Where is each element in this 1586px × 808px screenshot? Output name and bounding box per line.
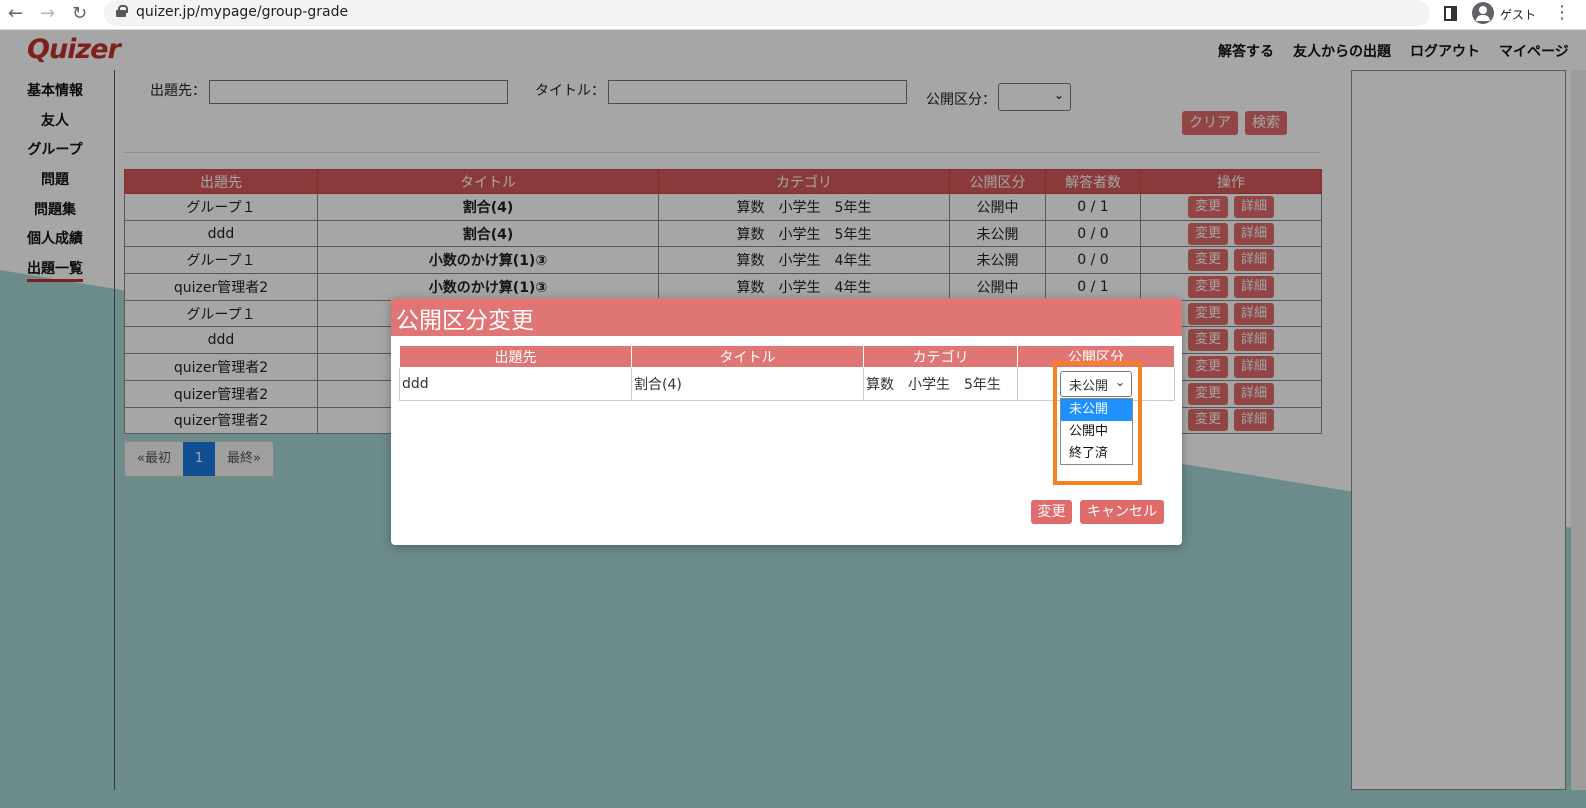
profile-avatar-icon[interactable] (1472, 2, 1494, 24)
more-menu-icon[interactable]: ⋮ (1553, 2, 1571, 23)
highlight-box (1053, 361, 1142, 485)
side-panel-icon[interactable] (1444, 6, 1457, 21)
modal-title: 公開区分変更 (396, 308, 534, 334)
url-text: quizer.jp/mypage/group-grade (136, 4, 349, 20)
browser-toolbar: ← → ↻ quizer.jp/mypage/group-grade ゲスト ⋮ (0, 0, 1586, 30)
profile-label: ゲスト (1500, 8, 1537, 22)
address-bar[interactable]: quizer.jp/mypage/group-grade (104, 0, 1430, 26)
modal-column-category: カテゴリ (863, 345, 1018, 368)
reload-icon[interactable]: ↻ (72, 3, 87, 24)
modal-header: 公開区分変更 (391, 298, 1182, 336)
modal-submit-button[interactable]: 変更 (1031, 500, 1072, 524)
modal-cell-target: ddd (399, 367, 632, 401)
back-arrow-icon[interactable]: ← (8, 3, 23, 24)
forward-arrow-icon[interactable]: → (40, 3, 55, 24)
modal-column-target: 出題先 (399, 345, 632, 368)
modal-cell-title: 割合(4) (631, 367, 864, 401)
modal-column-title: タイトル (631, 345, 864, 368)
modal-cancel-button[interactable]: キャンセル (1080, 500, 1164, 524)
modal-cell-category: 算数 小学生 5年生 (863, 367, 1018, 401)
lock-icon (116, 5, 128, 17)
